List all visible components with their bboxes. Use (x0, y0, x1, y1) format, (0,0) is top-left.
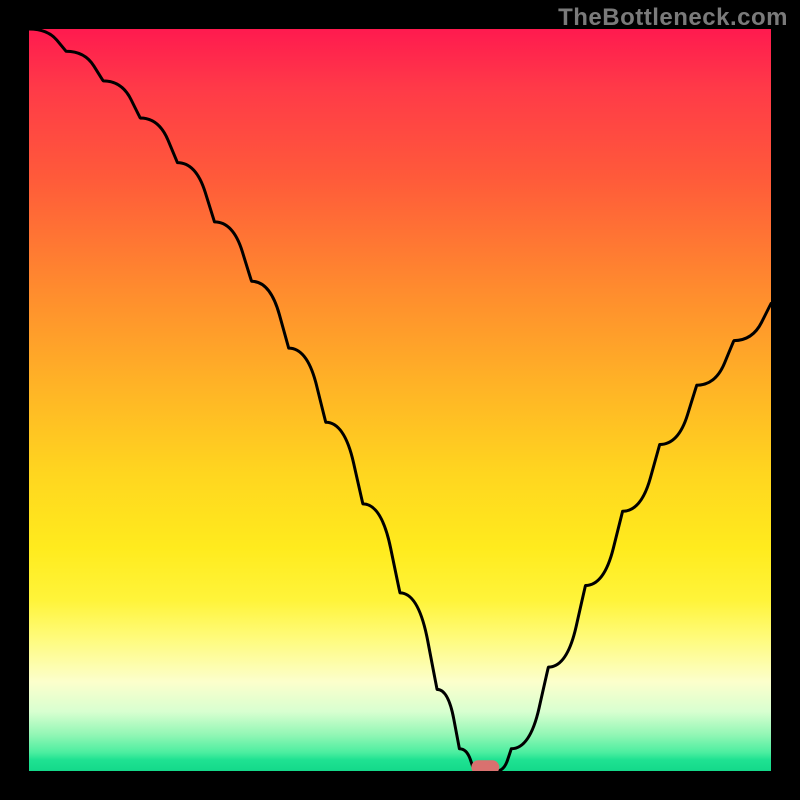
minimum-marker (471, 760, 499, 771)
plot-area (29, 29, 771, 771)
watermark-text: TheBottleneck.com (558, 4, 788, 32)
chart-frame: TheBottleneck.com (0, 0, 800, 800)
curve-layer (29, 29, 771, 771)
bottleneck-curve (29, 29, 771, 771)
